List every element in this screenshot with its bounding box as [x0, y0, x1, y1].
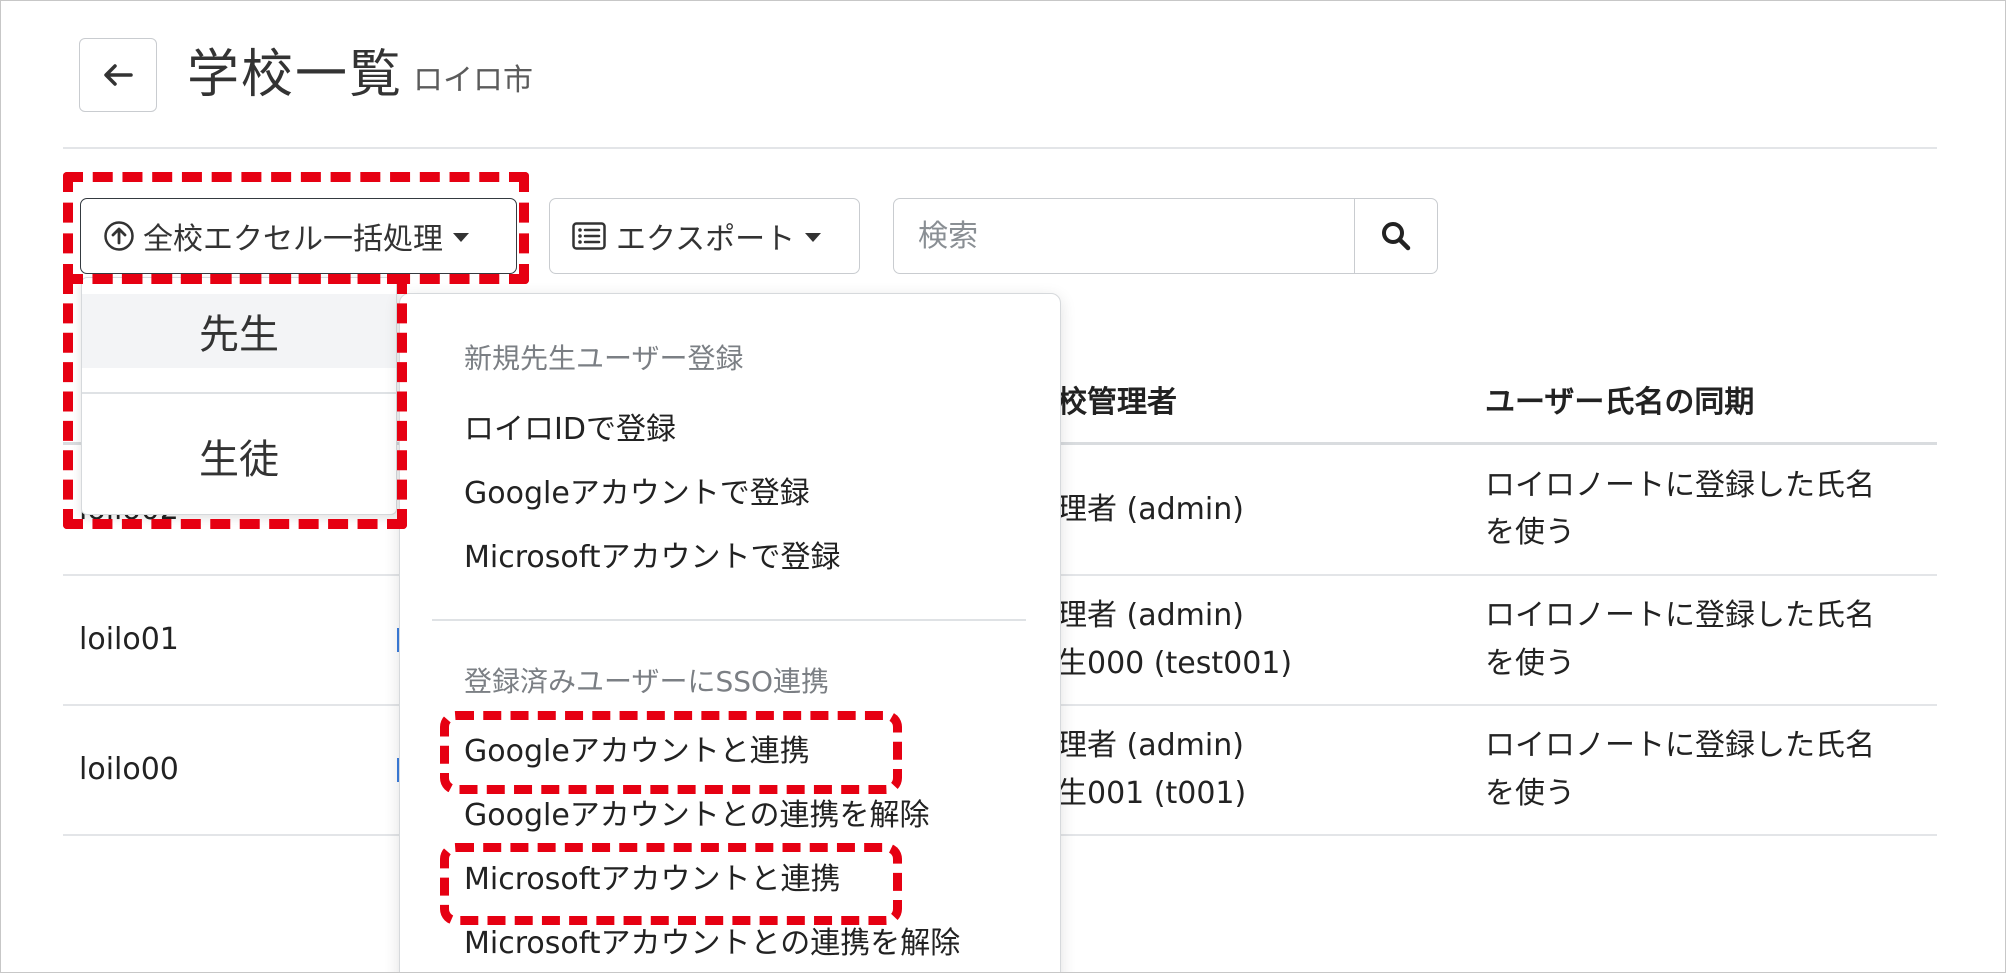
arrow-left-icon [104, 64, 133, 86]
table-cell-admin: 生000 (test001) [1057, 646, 1293, 681]
highlight-link-google [440, 711, 902, 794]
column-header-admin: 校管理者 [1057, 385, 1177, 420]
dropdown-header-register: 新規先生ユーザー登録 [464, 342, 744, 375]
menu-item-register-loilo-id[interactable]: ロイロIDで登録 [464, 408, 676, 452]
menu-item-unlink-google[interactable]: Googleアカウントとの連携を解除 [464, 794, 930, 838]
search-group [893, 198, 1438, 274]
page-title: 学校一覧 [187, 45, 404, 105]
search-icon [1382, 222, 1411, 251]
table-cell-sync: ロイロノートに登録した氏名 [1485, 728, 1875, 763]
highlight-link-microsoft [440, 843, 902, 925]
list-icon [572, 222, 606, 250]
app-frame: 学校一覧 ロイロ市 全校エクセル一括処理 エクスポート 校管理者 ユーザー氏名の… [0, 0, 2006, 973]
caret-down-icon [805, 232, 822, 242]
table-cell-sync: を使う [1485, 646, 1575, 681]
highlight-bulk-button [63, 172, 529, 284]
table-cell-admin: 理者 (admin) [1057, 598, 1244, 633]
table-cell-admin: 生001 (t001) [1057, 776, 1247, 811]
table-cell-code: loilo01 [79, 622, 179, 657]
table-cell-sync: を使う [1485, 515, 1575, 550]
table-cell-admin: 理者 (admin) [1057, 492, 1244, 527]
table-cell-sync: ロイロノートに登録した氏名 [1485, 468, 1875, 503]
search-input[interactable] [894, 199, 1354, 273]
search-button[interactable] [1354, 199, 1437, 273]
dropdown-header-sso: 登録済みユーザーにSSO連携 [464, 665, 830, 698]
table-cell-sync: ロイロノートに登録した氏名 [1485, 598, 1875, 633]
menu-item-register-google[interactable]: Googleアカウントで登録 [464, 472, 810, 516]
table-cell-code: loilo00 [79, 752, 179, 787]
menu-item-unlink-microsoft[interactable]: Microsoftアカウントとの連携を解除 [464, 922, 960, 966]
page-subtitle: ロイロ市 [413, 63, 533, 98]
dropdown-divider [432, 619, 1026, 621]
menu-item-register-microsoft[interactable]: Microsoftアカウントで登録 [464, 536, 841, 580]
back-button[interactable] [79, 38, 157, 112]
highlight-role-menu [63, 274, 407, 529]
table-cell-sync: を使う [1485, 776, 1575, 811]
table-cell-admin: 理者 (admin) [1057, 728, 1244, 763]
column-header-name-sync: ユーザー氏名の同期 [1485, 385, 1755, 420]
export-button[interactable]: エクスポート [549, 198, 860, 274]
header-divider [63, 147, 1937, 149]
export-label: エクスポート [616, 222, 796, 257]
